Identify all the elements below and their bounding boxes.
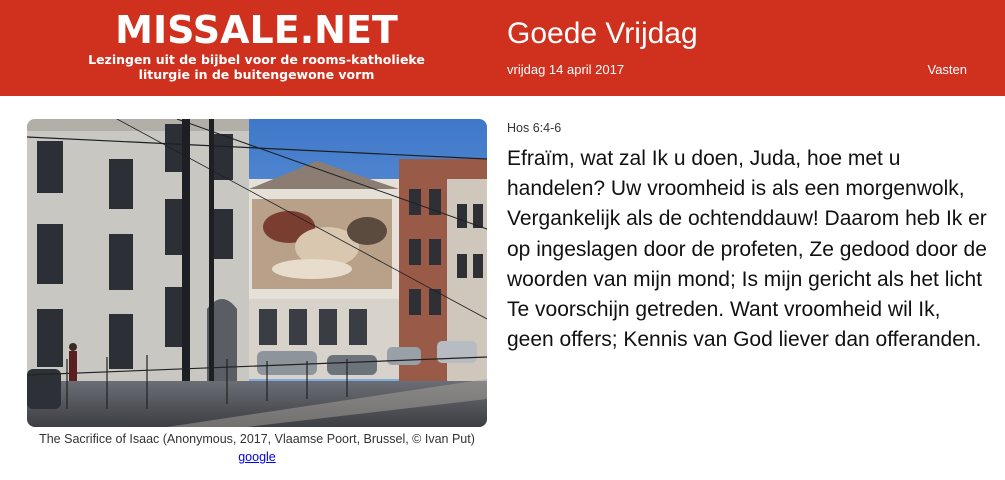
reading-text: Efraïm, wat zal Ik u doen, Juda, hoe met… [507, 147, 987, 352]
site-header: MISSALE.NET Lezingen uit de bijbel voor … [0, 0, 1005, 96]
date-label: vrijdag 14 april 2017 [507, 62, 625, 77]
site-logo-link[interactable]: MISSALE.NET Lezingen uit de bijbel voor … [84, 8, 429, 82]
season-label: Vasten [927, 62, 967, 77]
photo-caption: The Sacrifice of Isaac (Anonymous, 2017,… [27, 430, 487, 466]
day-title: Goede Vrijdag [507, 17, 698, 50]
caption-text: The Sacrifice of Isaac (Anonymous, 2017,… [39, 432, 475, 446]
mural-photo [27, 119, 487, 427]
site-title: MISSALE.NET [115, 8, 398, 52]
reading-reference: Hos 6:4-6 [507, 121, 562, 135]
site-subtitle: Lezingen uit de bijbel voor de rooms-kat… [88, 52, 425, 82]
google-link[interactable]: google [238, 450, 276, 464]
